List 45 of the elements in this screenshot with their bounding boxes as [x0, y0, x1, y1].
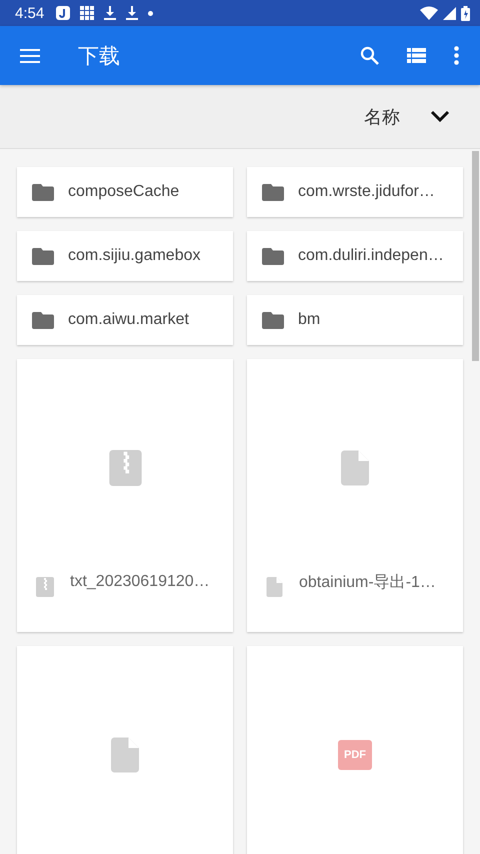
folder-name: com.aiwu.market	[68, 311, 189, 329]
battery-icon	[461, 6, 470, 20]
sort-label[interactable]: 名称	[364, 104, 400, 128]
folder-icon	[32, 184, 54, 200]
folder-icon	[32, 312, 54, 328]
search-icon[interactable]	[360, 46, 379, 65]
folder-icon	[32, 248, 54, 264]
folder-icon	[262, 248, 284, 264]
grid-icon	[80, 6, 94, 20]
download-icon	[126, 6, 138, 20]
document-icon	[341, 450, 369, 486]
folder-card[interactable]: bm	[247, 295, 463, 345]
folder-icon	[262, 184, 284, 200]
folder-name: com.wrste.jidufor…	[298, 183, 435, 201]
status-time: 4:54	[15, 4, 44, 22]
wifi-icon	[420, 6, 438, 20]
archive-icon	[36, 577, 54, 597]
folder-card[interactable]: composeCache	[17, 167, 233, 217]
folder-name: com.duliri.indepen…	[298, 247, 444, 265]
folder-icon	[262, 312, 284, 328]
menu-icon[interactable]	[20, 48, 40, 62]
list-view-icon[interactable]	[407, 48, 426, 63]
signal-icon	[443, 6, 456, 20]
pdf-icon: PDF	[338, 740, 372, 770]
document-icon	[111, 737, 139, 773]
more-icon[interactable]	[454, 46, 459, 65]
folder-card[interactable]: com.wrste.jidufor…	[247, 167, 463, 217]
file-name: obtainium-导出-1…	[299, 572, 436, 592]
file-card[interactable]: obtainium-导出-1…	[247, 359, 463, 632]
scrollbar-thumb[interactable]	[472, 151, 479, 361]
archive-icon	[108, 450, 142, 486]
folder-name: bm	[298, 311, 320, 329]
download-icon	[104, 6, 116, 20]
dot-icon	[148, 10, 154, 16]
file-name: txt_20230619120…	[70, 573, 210, 591]
document-icon	[266, 577, 283, 597]
chevron-down-icon[interactable]	[430, 110, 450, 123]
folder-card[interactable]: com.sijiu.gamebox	[17, 231, 233, 281]
folder-name: com.sijiu.gamebox	[68, 247, 200, 265]
folder-card[interactable]: com.duliri.indepen…	[247, 231, 463, 281]
file-card[interactable]: txt_20230619120…	[17, 359, 233, 632]
folder-card[interactable]: com.aiwu.market	[17, 295, 233, 345]
app-title: 下载	[78, 44, 121, 70]
folder-name: composeCache	[68, 183, 180, 201]
app-notification-icon	[56, 6, 70, 20]
